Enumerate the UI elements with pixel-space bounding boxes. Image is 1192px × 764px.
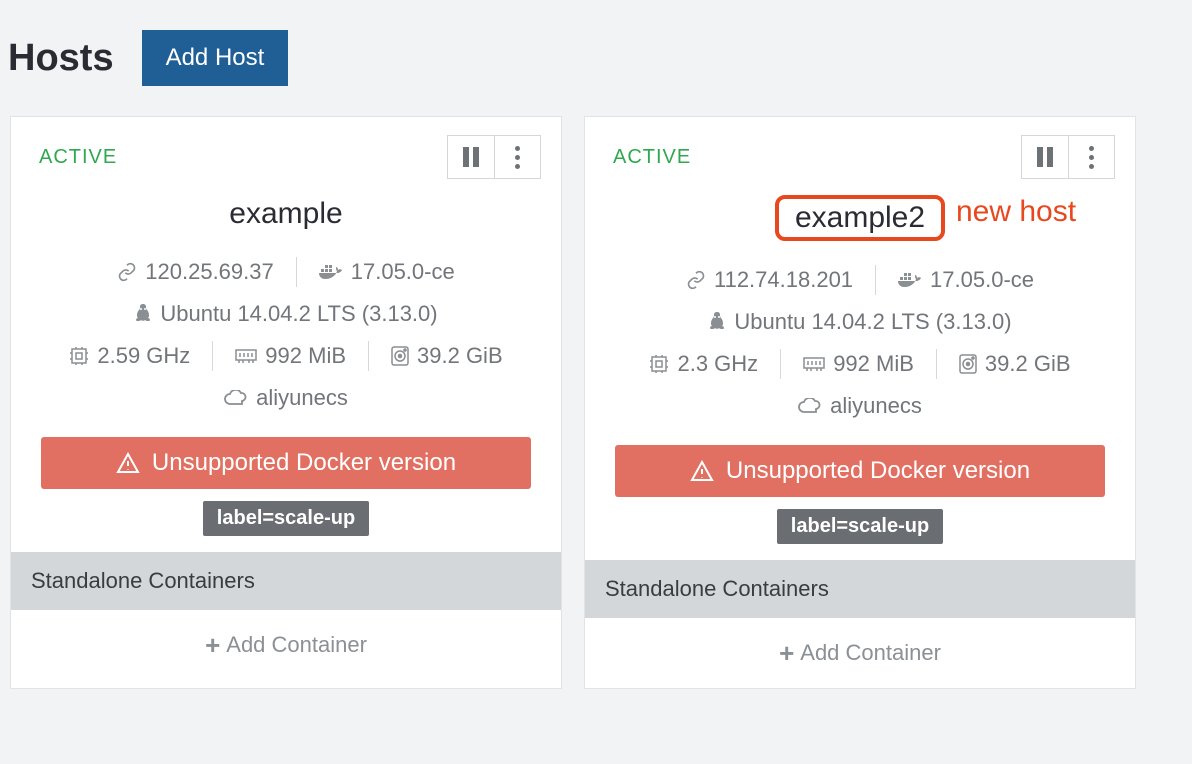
warning-icon [116, 452, 140, 474]
pause-icon [463, 147, 479, 167]
host-name[interactable]: example2 [775, 195, 945, 241]
host-os: Ubuntu 14.04.2 LTS (3.13.0) [686, 305, 1033, 339]
status-badge: ACTIVE [613, 146, 691, 169]
pause-button[interactable] [448, 136, 494, 178]
host-os: Ubuntu 14.04.2 LTS (3.13.0) [112, 297, 459, 331]
warning-icon [690, 460, 714, 482]
memory-icon [235, 348, 257, 364]
containers-section-header: Standalone Containers [585, 560, 1135, 618]
docker-warning-banner[interactable]: Unsupported Docker version [41, 437, 531, 489]
more-menu-button[interactable] [494, 136, 540, 178]
host-cpu: 2.59 GHz [47, 339, 212, 373]
docker-version: 17.05.0-ce [876, 263, 1056, 297]
containers-section-header: Standalone Containers [11, 552, 561, 610]
host-card: ACTIVE example 120.25.69.37 [10, 116, 562, 689]
add-container-button[interactable]: + Add Container [11, 610, 561, 680]
storage-icon [391, 346, 409, 366]
host-cpu: 2.3 GHz [627, 347, 780, 381]
host-memory: 992 MiB [213, 339, 368, 373]
docker-warning-banner[interactable]: Unsupported Docker version [615, 445, 1105, 497]
link-icon [686, 270, 706, 290]
linux-icon [708, 312, 726, 332]
host-label-tag: label=scale-up [777, 509, 943, 544]
docker-icon [898, 271, 922, 289]
memory-icon [803, 356, 825, 372]
add-host-button[interactable]: Add Host [142, 30, 289, 86]
more-icon [515, 146, 520, 169]
page-title: Hosts [8, 37, 114, 80]
cpu-icon [649, 354, 669, 374]
link-icon [117, 262, 137, 282]
host-memory: 992 MiB [781, 347, 936, 381]
cpu-icon [69, 346, 89, 366]
storage-icon [959, 354, 977, 374]
host-provider: aliyunecs [202, 381, 370, 415]
pause-icon [1037, 147, 1053, 167]
docker-version: 17.05.0-ce [297, 255, 477, 289]
host-name[interactable]: example [213, 195, 358, 233]
status-badge: ACTIVE [39, 146, 117, 169]
plus-icon: + [205, 632, 220, 658]
host-ip: 120.25.69.37 [95, 255, 295, 289]
host-provider: aliyunecs [776, 389, 944, 423]
plus-icon: + [779, 640, 794, 666]
more-icon [1089, 146, 1094, 169]
host-storage: 39.2 GiB [937, 347, 1093, 381]
cloud-icon [798, 398, 822, 414]
cloud-icon [224, 390, 248, 406]
more-menu-button[interactable] [1068, 136, 1114, 178]
linux-icon [134, 304, 152, 324]
pause-button[interactable] [1022, 136, 1068, 178]
host-label-tag: label=scale-up [203, 501, 369, 536]
docker-icon [319, 263, 343, 281]
host-ip: 112.74.18.201 [664, 263, 875, 297]
add-container-button[interactable]: + Add Container [585, 618, 1135, 688]
annotation-label: new host [956, 195, 1076, 229]
host-storage: 39.2 GiB [369, 339, 525, 373]
